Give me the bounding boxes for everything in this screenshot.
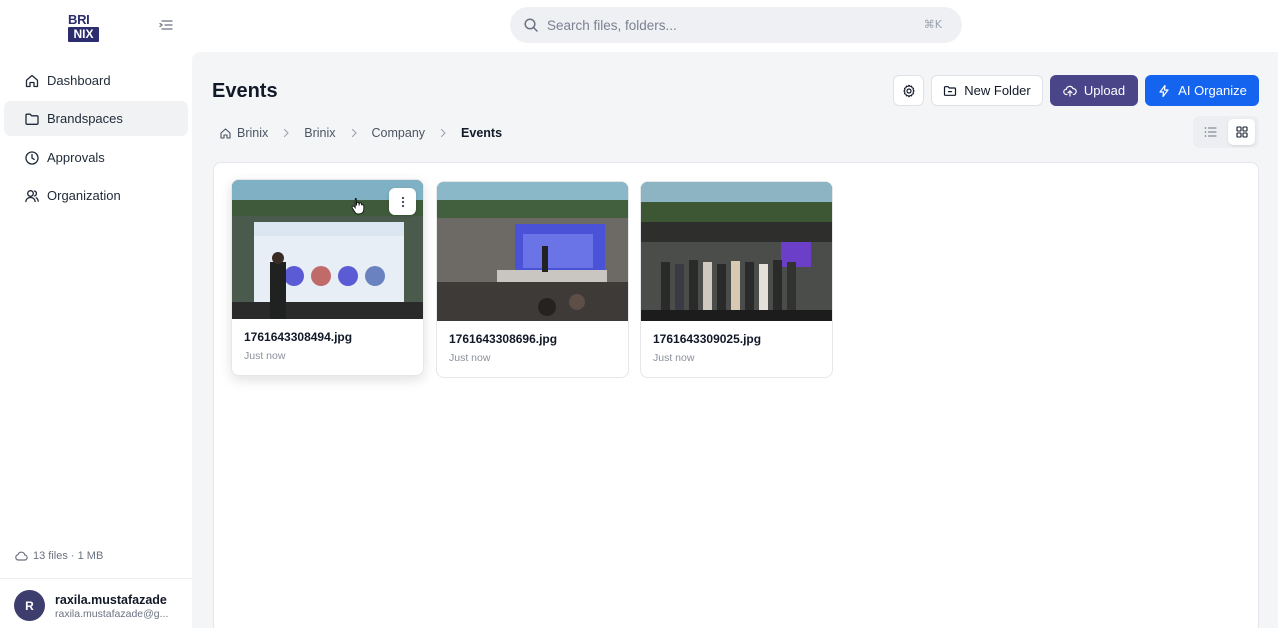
cloud-upload-icon: [1063, 84, 1077, 98]
chevron-right-icon: [437, 127, 449, 139]
sidebar-item-brandspaces[interactable]: Brandspaces: [4, 101, 188, 136]
upload-button[interactable]: Upload: [1050, 75, 1138, 106]
chevron-right-icon: [348, 127, 360, 139]
new-folder-button[interactable]: New Folder: [931, 75, 1043, 106]
more-options-button[interactable]: [389, 188, 416, 215]
sidebar-item-label: Organization: [47, 188, 121, 203]
file-name: 1761643309025.jpg: [653, 332, 762, 346]
cloud-icon: [14, 549, 28, 563]
sidebar-item-label: Dashboard: [47, 73, 111, 88]
grid-icon: [1235, 126, 1248, 138]
file-time: Just now: [244, 350, 286, 362]
more-vertical-icon: [401, 196, 404, 207]
sidebar-collapse-button[interactable]: [157, 16, 175, 34]
logo-text-top: BRI: [68, 12, 90, 27]
users-icon: [24, 188, 40, 204]
folder-icon: [24, 111, 40, 127]
breadcrumb-item[interactable]: Company: [372, 126, 426, 140]
sidebar-item-approvals[interactable]: Approvals: [4, 140, 188, 175]
file-card[interactable]: 1761643308494.jpg Just now: [231, 179, 424, 376]
list-icon: [1204, 127, 1217, 137]
new-folder-label: New Folder: [964, 83, 1031, 98]
ai-organize-label: AI Organize: [1178, 83, 1247, 98]
breadcrumb-label: Brinix: [237, 126, 269, 140]
file-card[interactable]: 1761643308696.jpg Just now: [436, 181, 629, 378]
chevron-right-icon: [280, 127, 292, 139]
file-time: Just now: [653, 352, 695, 364]
home-icon: [219, 127, 232, 140]
search-shortcut: ⌘K: [923, 18, 942, 31]
view-toggle: [1193, 116, 1259, 148]
search-icon: [524, 18, 538, 32]
file-name: 1761643308696.jpg: [449, 332, 558, 346]
file-card[interactable]: 1761643309025.jpg Just now: [640, 181, 833, 378]
storage-usage: 13 files · 1 MB: [14, 549, 103, 563]
grid-view-button[interactable]: [1228, 119, 1255, 145]
file-grid-panel: 1761643308494.jpg Just now 1761643308696…: [213, 162, 1259, 628]
main-content: Events New Folder Upload AI Organize Bri…: [192, 52, 1278, 628]
search-input[interactable]: [547, 15, 907, 35]
sidebar-item-organization[interactable]: Organization: [4, 178, 188, 213]
breadcrumb-item-home[interactable]: Brinix: [219, 126, 268, 140]
user-profile[interactable]: R raxila.mustafazade raxila.mustafazade@…: [0, 578, 192, 628]
list-view-button[interactable]: [1197, 119, 1224, 145]
breadcrumb: Brinix Brinix Company Events: [219, 125, 502, 141]
brinix-logo[interactable]: BRI NIX: [68, 13, 99, 43]
sidebar-item-label: Brandspaces: [47, 111, 123, 126]
top-bar: BRI NIX ⌘K: [0, 0, 1278, 52]
breadcrumb-item[interactable]: Brinix: [304, 126, 335, 140]
sidebar-item-dashboard[interactable]: Dashboard: [4, 63, 188, 98]
home-icon: [24, 73, 40, 89]
collapse-menu-icon: [159, 20, 173, 30]
settings-button[interactable]: [893, 75, 924, 106]
file-name: 1761643308494.jpg: [244, 330, 353, 344]
upload-label: Upload: [1083, 83, 1126, 98]
clock-icon: [24, 150, 40, 166]
file-thumbnail: [641, 182, 832, 321]
file-time: Just now: [449, 352, 491, 364]
ai-organize-button[interactable]: AI Organize: [1145, 75, 1259, 106]
gear-icon: [902, 84, 916, 98]
avatar: R: [14, 590, 45, 621]
folder-plus-icon: [943, 84, 957, 98]
sidebar: Dashboard Brandspaces Approvals Organiza…: [0, 52, 192, 628]
storage-text: 13 files · 1 MB: [33, 550, 104, 562]
lightning-icon: [1157, 84, 1171, 98]
file-thumbnail: [437, 182, 628, 321]
search-bar[interactable]: ⌘K: [510, 7, 962, 43]
user-email: raxila.mustafazade@g...: [55, 608, 169, 620]
breadcrumb-current: Events: [461, 126, 503, 140]
logo-text-bottom: NIX: [68, 27, 99, 42]
sidebar-item-label: Approvals: [47, 150, 105, 165]
page-title: Events: [212, 80, 278, 102]
user-name: raxila.mustafazade: [55, 593, 167, 607]
